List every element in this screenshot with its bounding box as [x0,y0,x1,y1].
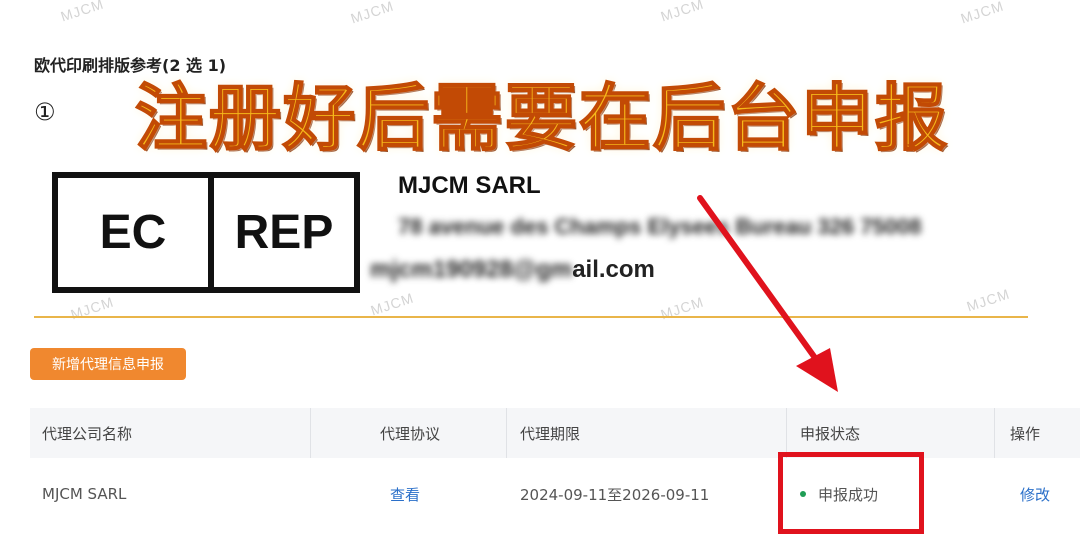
add-agent-declaration-button[interactable]: 新增代理信息申报 [30,348,186,380]
table-header: 代理公司名称 代理协议 代理期限 申报状态 操作 [30,408,1080,458]
company-email-visible: ail.com [572,256,655,283]
company-email-blurred: mjcm190928@gm [370,256,573,283]
arrow-head [796,348,838,392]
watermark: MJCM [658,0,706,25]
company-email: mjcm190928@gmail.com [370,256,655,284]
option-number: ① [34,98,56,126]
ec-rep-logo: EC REP [52,172,360,293]
section-title: 欧代印刷排版参考(2 选 1) [34,56,227,75]
watermark: MJCM [958,0,1006,27]
annotation-banner: 注册好后需要在后台申报 [134,76,950,160]
watermark: MJCM [58,0,106,25]
column-divider [310,408,311,458]
watermark: MJCM [964,285,1012,315]
watermark: MJCM [658,293,706,323]
watermark: MJCM [68,293,116,323]
edit-link[interactable]: 修改 [1020,458,1050,530]
ec-label: EC [58,178,214,287]
header-period: 代理期限 [520,424,581,443]
header-company: 代理公司名称 [42,424,133,443]
cell-company: MJCM SARL [42,485,127,503]
header-action: 操作 [1010,424,1041,443]
cell-period: 2024-09-11至2026-09-11 [520,485,710,504]
column-divider [994,408,995,458]
company-name: MJCM SARL [398,172,541,199]
rep-label: REP [234,206,334,259]
column-divider [506,408,507,458]
view-agreement-link[interactable]: 查看 [390,458,420,530]
section-divider [34,316,1028,318]
annotation-highlight-box [778,452,924,534]
watermark: MJCM [368,289,416,319]
watermark: MJCM [348,0,396,27]
header-agreement: 代理协议 [380,424,441,443]
column-divider [786,408,787,458]
header-status: 申报状态 [800,424,861,443]
company-address: 78 avenue des Champs Elysees Bureau 326 … [398,214,922,239]
